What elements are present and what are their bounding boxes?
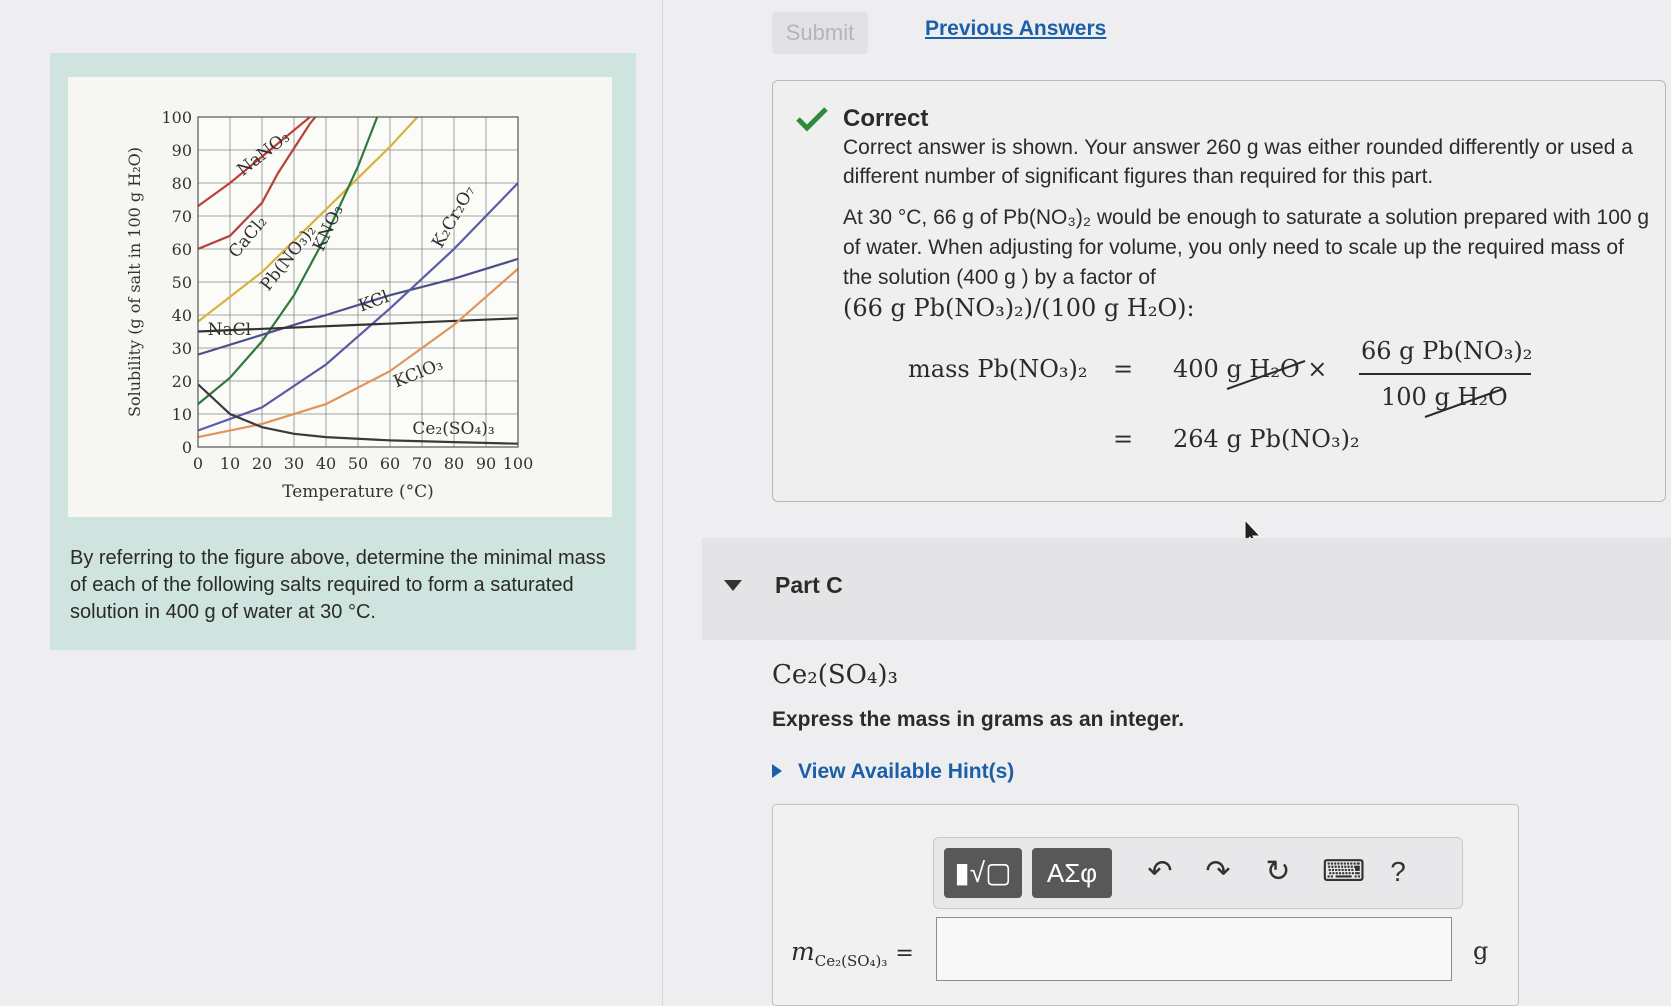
answer-subscript: Ce₂(SO₄)₃: [814, 952, 888, 970]
y-tick-label: 70: [172, 207, 192, 226]
x-tick-label: 60: [380, 454, 400, 473]
symbols-button[interactable]: ΑΣφ: [1032, 848, 1112, 898]
x-tick-label: 80: [444, 454, 464, 473]
undo-icon[interactable]: ↶: [1142, 854, 1178, 890]
question-text: By referring to the figure above, determ…: [70, 547, 606, 623]
part-c-title: Part C: [775, 572, 843, 598]
strikethrough-mark: [1424, 388, 1504, 418]
x-tick-label: 10: [220, 454, 240, 473]
view-hints-link[interactable]: View Available Hint(s): [798, 760, 1014, 784]
unit-label: g: [1473, 937, 1489, 965]
feedback-message: Correct answer is shown. Your answer 260…: [843, 136, 1633, 188]
fraction-bar: [1359, 373, 1531, 375]
feedback-box: Correct Correct answer is shown. Your an…: [772, 80, 1666, 502]
equation-lhs: mass Pb(NO₃)₂: [908, 355, 1088, 383]
equation-equals: =: [1113, 425, 1134, 453]
submit-button[interactable]: Submit: [772, 12, 868, 54]
explanation-text: At 30 °C, 66 g of Pb(NO₃)₂ would be enou…: [843, 206, 1650, 289]
strikethrough-mark: [1226, 360, 1306, 390]
x-tick-label: 50: [348, 454, 368, 473]
answer-input[interactable]: [936, 917, 1452, 981]
y-tick-label: 80: [172, 174, 192, 193]
equation-numerator: 66 g Pb(NO₃)₂: [1361, 337, 1533, 365]
part-c-header[interactable]: [702, 538, 1671, 640]
x-tick-label: 20: [252, 454, 272, 473]
answer-equals: =: [895, 941, 914, 966]
series-label: Ce₂(SO₄)₃: [412, 419, 494, 439]
equation-result: 264 g Pb(NO₃)₂: [1173, 425, 1360, 453]
y-tick-label: 100: [161, 108, 192, 127]
answer-box: ▮√▢ ΑΣφ ↶ ↷ ↻ ⌨ ? mCe₂(SO₄)₃ = g: [772, 804, 1519, 1006]
template-button[interactable]: ▮√▢: [944, 848, 1022, 898]
y-tick-label: 90: [172, 141, 192, 160]
y-tick-label: 20: [172, 372, 192, 391]
x-tick-label: 40: [316, 454, 336, 473]
column-divider: [662, 0, 663, 1006]
y-tick-label: 0: [182, 438, 192, 457]
math-toolbar: ▮√▢ ΑΣφ ↶ ↷ ↻ ⌨ ?: [933, 837, 1463, 909]
keyboard-icon[interactable]: ⌨: [1322, 854, 1365, 890]
x-axis-label: Temperature (°C): [282, 482, 434, 502]
x-tick-label: 90: [476, 454, 496, 473]
solubility-chart: NaNO₃CaCl₂Pb(NO₃)₂KNO₃KClK₂Cr₂O₇NaClKClO…: [125, 108, 534, 502]
collapse-arrow-icon[interactable]: [724, 580, 742, 591]
y-tick-label: 30: [172, 339, 192, 358]
x-tick-label: 0: [193, 454, 203, 473]
series-label: NaCl: [208, 320, 251, 340]
figure-panel: NaNO₃ CaCl₂ Pb(NO₃)₂ KNO₃ KCl K₂Cr₂O₇ NaCl KClO…: [50, 53, 636, 650]
reset-icon[interactable]: ↻: [1260, 854, 1296, 890]
expand-hint-icon[interactable]: [772, 764, 782, 778]
explanation-ratio: (66 g Pb(NO₃)₂)/(100 g H₂O):: [843, 294, 1195, 322]
x-tick-label: 70: [412, 454, 432, 473]
checkmark-icon: [796, 107, 828, 132]
x-tick-label: 100: [503, 454, 534, 473]
answer-label: mCe₂(SO₄)₃ =: [791, 937, 914, 970]
y-axis-label: Solubility (g of salt in 100 g H₂O): [125, 147, 144, 417]
previous-answers-link[interactable]: Previous Answers: [925, 17, 1106, 41]
feedback-explanation: At 30 °C, 66 g of Pb(NO₃)₂ would be enou…: [843, 203, 1653, 325]
feedback-title: Correct: [843, 105, 929, 132]
y-tick-label: 50: [172, 273, 192, 292]
answer-variable: m: [791, 937, 815, 966]
y-tick-label: 60: [172, 240, 192, 259]
redo-icon[interactable]: ↷: [1200, 854, 1236, 890]
y-tick-label: 40: [172, 306, 192, 325]
solubility-figure: NaNO₃ CaCl₂ Pb(NO₃)₂ KNO₃ KCl K₂Cr₂O₇ NaCl KClO…: [68, 77, 612, 517]
help-icon[interactable]: ?: [1380, 854, 1416, 890]
part-c-instruction: Express the mass in grams as an integer.: [772, 708, 1185, 731]
x-tick-label: 30: [284, 454, 304, 473]
equation-equals: =: [1113, 355, 1134, 383]
part-c-formula: Ce₂(SO₄)₃: [772, 660, 898, 690]
y-tick-label: 10: [172, 405, 192, 424]
